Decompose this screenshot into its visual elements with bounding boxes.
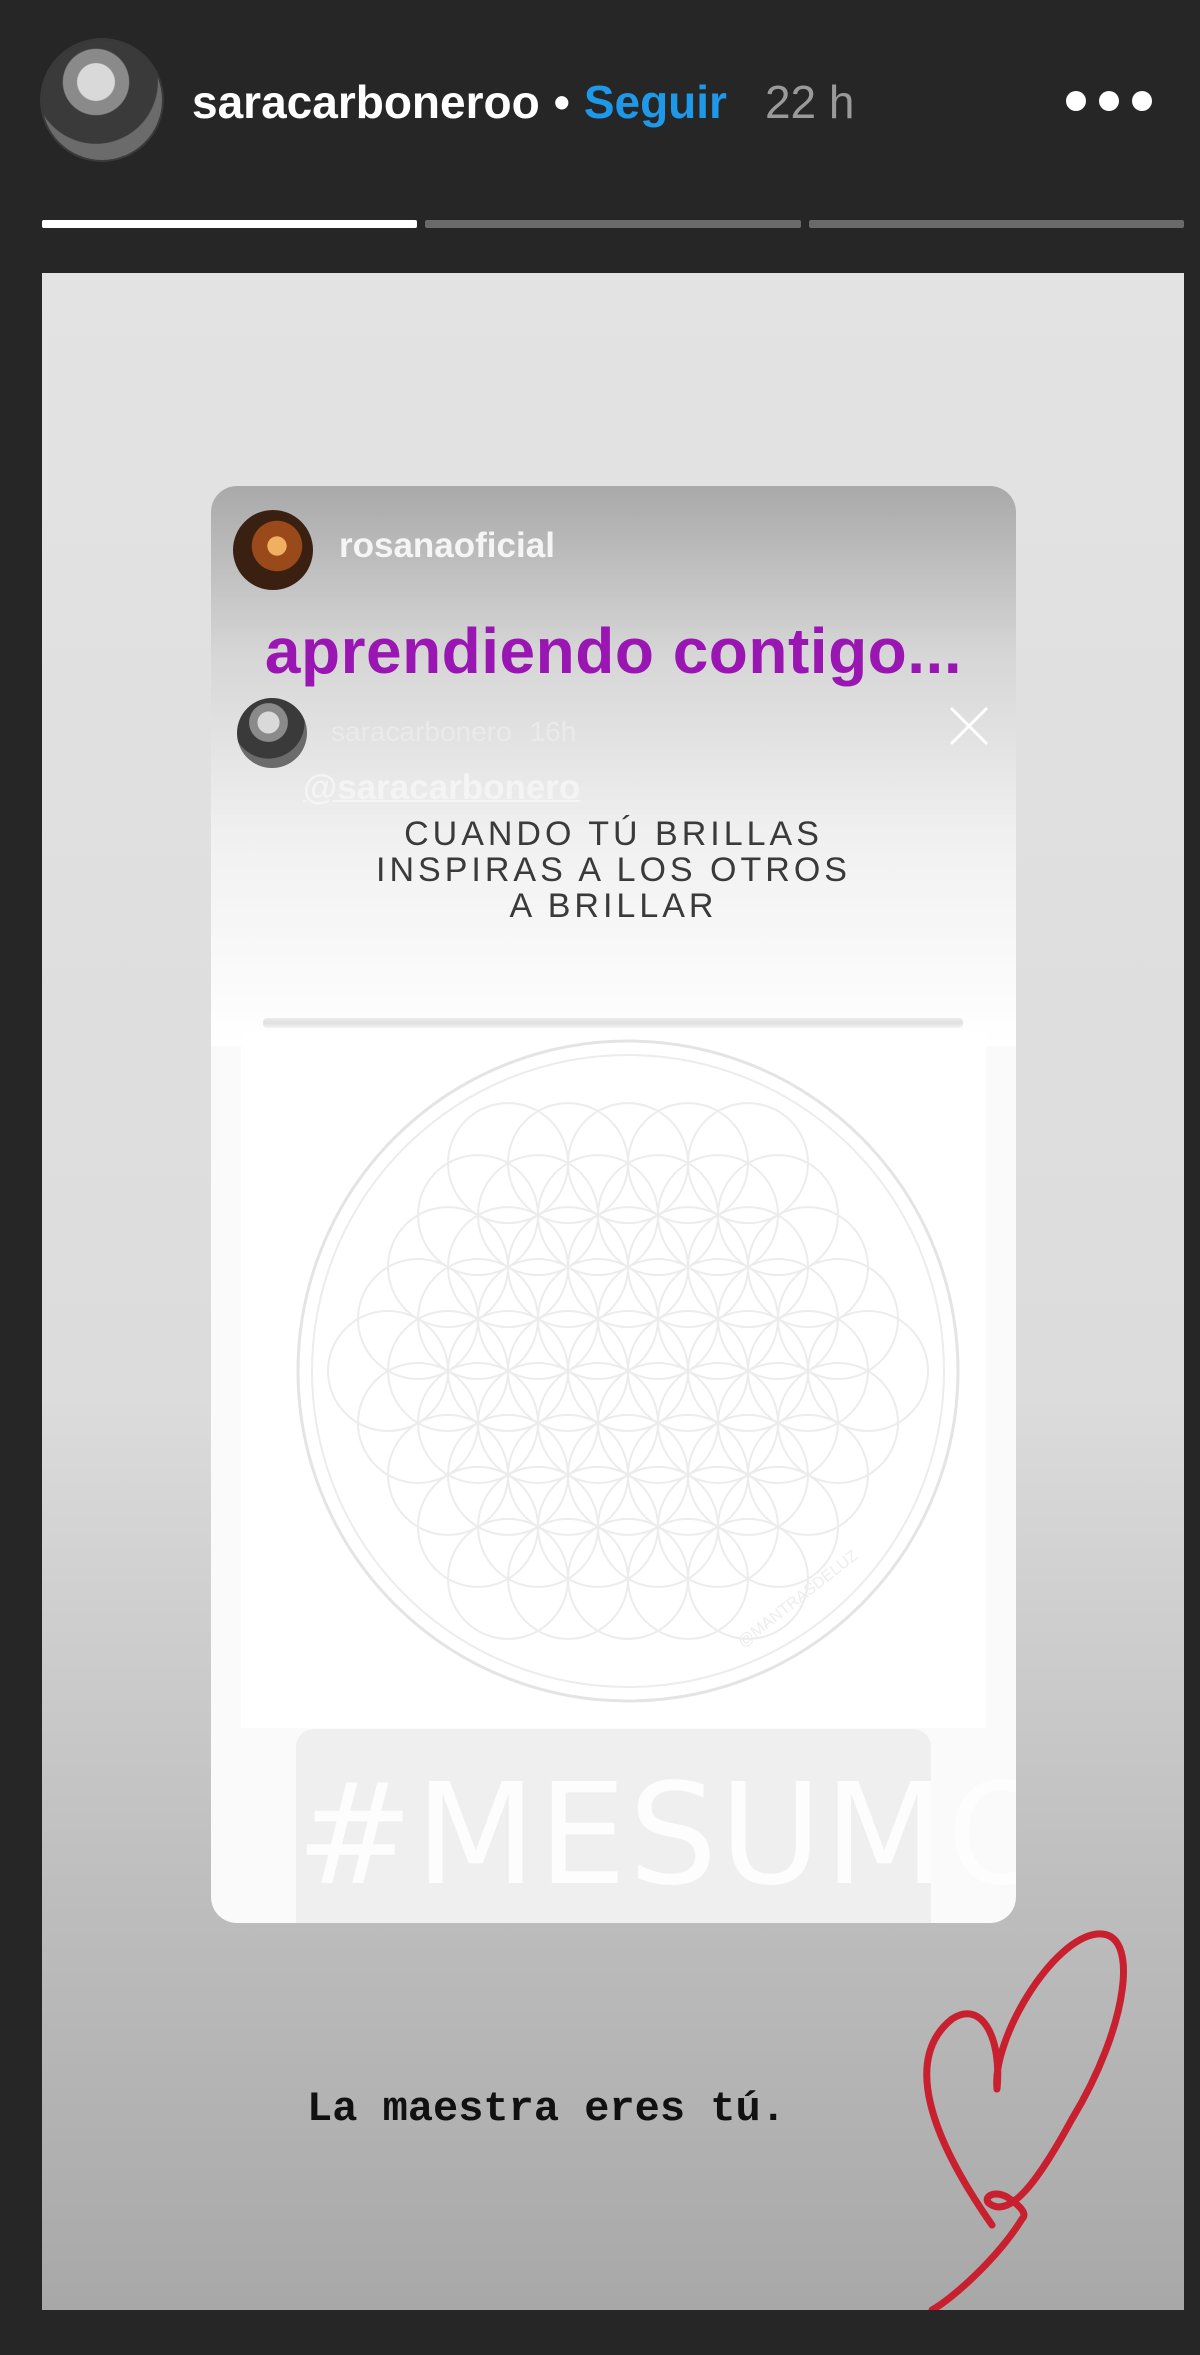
inner-avatar [237, 698, 307, 768]
inner-user-row: saracarbonero 16h [331, 716, 576, 748]
shared-post-card[interactable]: rosanaoficial aprendiendo contigo... sar… [211, 486, 1016, 1923]
username[interactable]: saracarboneroo [192, 75, 540, 129]
flower-of-life-graphic: @MANTRASDELUZ [296, 1039, 960, 1703]
progress-segment [808, 220, 1184, 228]
heart-icon [923, 1930, 1127, 2310]
story-header: saracarboneroo • Seguir 22 h [0, 0, 1200, 205]
card-top-gradient [211, 486, 1016, 1046]
story-content[interactable]: rosanaoficial aprendiendo contigo... sar… [42, 273, 1184, 2310]
progress-fill [42, 220, 418, 228]
hashtag-text: #MESUMO [296, 1754, 1016, 1917]
inner-timestamp: 16h [529, 716, 577, 747]
card-avatar [233, 510, 313, 590]
quote-line: A BRILLAR [509, 887, 718, 925]
avatar[interactable] [42, 40, 162, 160]
separator: • [553, 76, 570, 128]
inner-username: saracarbonero [331, 716, 512, 747]
progress-segment [425, 220, 801, 228]
divider [263, 1018, 963, 1028]
mention-tag: @saracarbonero [303, 768, 581, 807]
quote-text: CUANDO TÚ BRILLAS INSPIRAS A LOS OTROS A… [211, 816, 1016, 924]
follow-button[interactable]: Seguir [584, 75, 727, 129]
more-dot [1132, 91, 1152, 111]
story-progress [42, 220, 1184, 228]
more-dot [1066, 91, 1086, 111]
progress-segment [42, 220, 418, 228]
quote-line: INSPIRAS A LOS OTROS [376, 851, 851, 889]
timestamp: 22 h [764, 76, 855, 128]
close-icon [949, 706, 989, 746]
card-username: rosanaoficial [339, 526, 555, 565]
shared-image: @MANTRASDELUZ [241, 1031, 986, 1728]
story-caption: La maestra eres tú. [307, 2085, 786, 2133]
watermark: @MANTRASDELUZ [735, 1547, 861, 1651]
quote-line: CUANDO TÚ BRILLAS [404, 815, 823, 853]
more-dot [1099, 91, 1119, 111]
card-title: aprendiendo contigo... [264, 615, 963, 687]
more-horizontal-icon[interactable] [1066, 84, 1152, 118]
user-row: saracarboneroo • Seguir 22 h [192, 72, 855, 132]
